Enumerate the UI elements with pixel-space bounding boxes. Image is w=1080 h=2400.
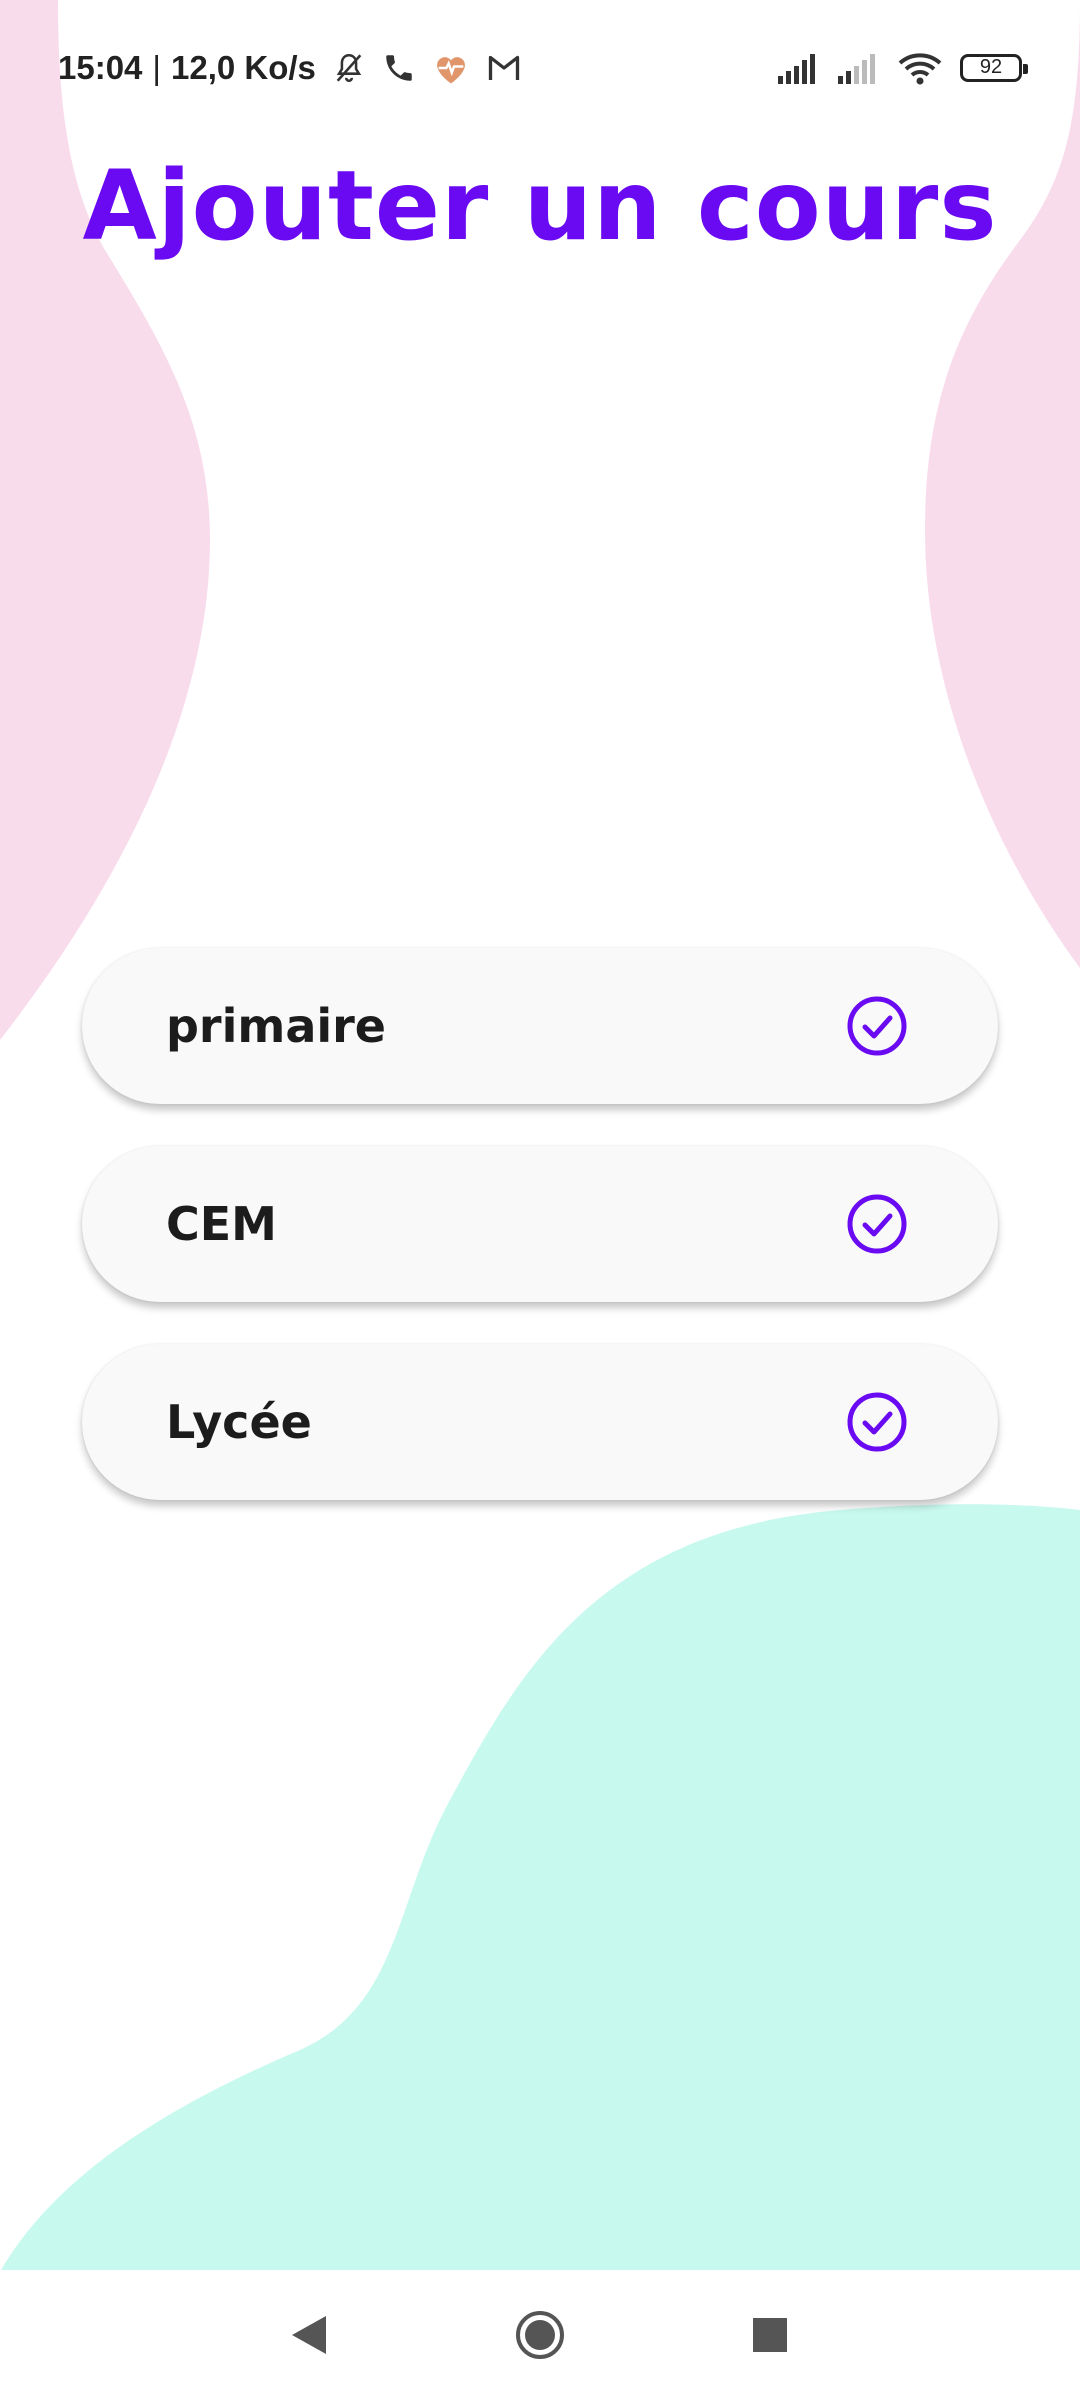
option-cem[interactable]: CEM: [82, 1146, 998, 1302]
level-options-list: primaire CEM Lycée: [82, 948, 998, 1542]
nav-back-button[interactable]: [270, 2295, 350, 2375]
navigation-bar: [0, 2270, 1080, 2400]
signal-icon: [838, 53, 875, 84]
gmail-icon: [488, 55, 520, 80]
nav-recents-button[interactable]: [730, 2295, 810, 2375]
recents-icon: [753, 2318, 787, 2352]
option-label: CEM: [166, 1197, 277, 1251]
phone-icon: [386, 54, 412, 81]
check-circle-icon: [847, 1392, 907, 1452]
check-circle-icon: [847, 996, 907, 1056]
status-time: 15:04: [58, 48, 143, 86]
page-title: Ajouter un cours: [82, 150, 998, 262]
home-icon: [516, 2311, 564, 2359]
status-bar: 15:04 | 12,0 Ko/s 92: [0, 0, 1080, 135]
option-primaire[interactable]: primaire: [82, 948, 998, 1104]
status-left: 15:04 | 12,0 Ko/s: [58, 49, 522, 87]
status-separator: |: [152, 48, 161, 86]
option-label: Lycée: [166, 1395, 312, 1449]
option-label: primaire: [166, 999, 387, 1053]
mint-blob-bottom: [0, 1504, 1080, 2272]
bell-muted-icon: [336, 53, 362, 82]
battery-icon: 92: [960, 53, 1028, 82]
option-lycee[interactable]: Lycée: [82, 1344, 998, 1500]
wifi-icon: [898, 52, 942, 84]
pink-blob-right: [925, 0, 1080, 968]
health-heart-icon: [436, 56, 465, 83]
nav-home-button[interactable]: [500, 2295, 580, 2375]
status-right: 92: [778, 51, 1028, 85]
check-circle-icon: [847, 1194, 907, 1254]
signal-icon: [778, 53, 815, 84]
back-icon: [292, 2316, 326, 2354]
status-data-rate: 12,0 Ko/s: [170, 48, 316, 86]
battery-level: 92: [979, 56, 1003, 78]
notification-icons: [332, 51, 522, 85]
